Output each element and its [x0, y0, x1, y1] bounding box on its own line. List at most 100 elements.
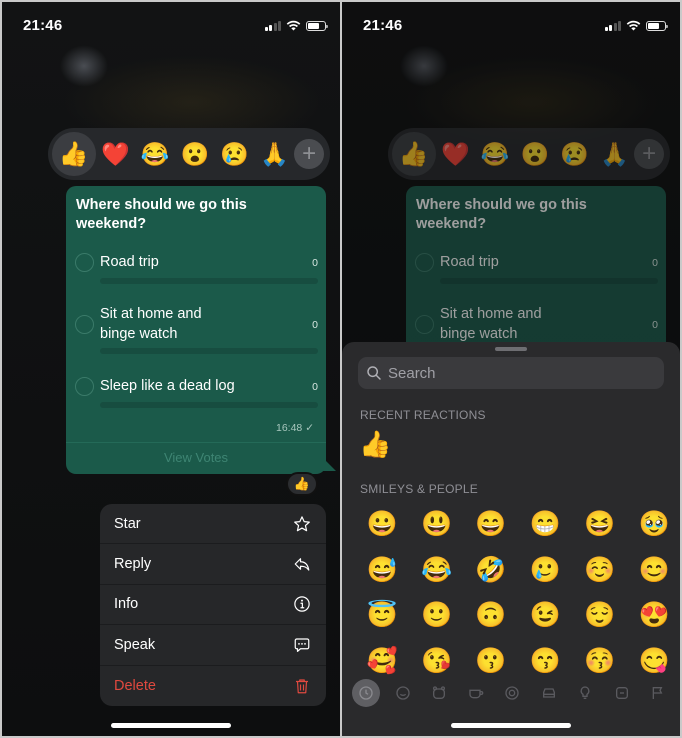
poll-radio — [415, 315, 434, 334]
poll-vote-count: 0 — [652, 257, 658, 269]
menu-item-info[interactable]: Info — [100, 585, 326, 626]
context-menu: Star Reply Info Speak Delete — [100, 504, 326, 706]
emoji-cell[interactable]: 😃 — [409, 502, 463, 548]
reaction-tears-of-joy[interactable]: 😂 — [135, 134, 175, 174]
reaction-crying[interactable]: 😢 — [215, 134, 255, 174]
status-icons — [604, 20, 668, 31]
poll-progress-bar — [100, 278, 318, 284]
emoji-cell[interactable]: 🙃 — [464, 593, 518, 639]
home-indicator — [111, 723, 231, 728]
poll-radio[interactable] — [75, 377, 94, 396]
menu-item-reply[interactable]: Reply — [100, 544, 326, 585]
emoji-category-bar — [352, 677, 672, 709]
wifi-icon — [286, 20, 301, 31]
emoji-cell[interactable]: 😊 — [627, 548, 680, 594]
wifi-icon — [626, 20, 641, 31]
emoji-cell[interactable]: 😍 — [627, 593, 680, 639]
emoji-cell[interactable]: 😅 — [355, 548, 409, 594]
emoji-cell[interactable]: 😂 — [409, 548, 463, 594]
reply-icon — [292, 554, 312, 574]
poll-question: Where should we go this weekend? — [416, 197, 587, 232]
emoji-cell[interactable]: 🤣 — [464, 548, 518, 594]
category-flags-icon[interactable] — [644, 679, 672, 707]
poll-radio — [415, 253, 434, 272]
emoji-cell[interactable]: 😀 — [355, 502, 409, 548]
emoji-cell[interactable]: 😌 — [573, 593, 627, 639]
right-screen: 21:46 👍 ❤️ 😂 😮 😢 🙏 + Where should we go … — [342, 2, 680, 736]
category-travel-icon[interactable] — [535, 679, 563, 707]
view-votes-button[interactable]: View Votes — [66, 450, 326, 465]
emoji-cell[interactable]: 🥹 — [627, 502, 680, 548]
message-reaction-badge[interactable]: 👍 — [286, 472, 318, 496]
category-animals-icon[interactable] — [425, 679, 453, 707]
menu-item-star[interactable]: Star — [100, 504, 326, 545]
emoji-cell[interactable]: 😆 — [573, 502, 627, 548]
poll-option-label: Road trip — [100, 254, 159, 270]
emoji-search[interactable] — [358, 357, 664, 389]
category-symbols-icon[interactable] — [608, 679, 636, 707]
menu-item-label: Info — [114, 596, 139, 613]
emoji-cell[interactable]: 🙂 — [409, 593, 463, 639]
poll-option-label: Sit at home and binge watch — [440, 306, 542, 342]
reaction-thumbs-up[interactable]: 👍 — [52, 132, 96, 176]
emoji-cell[interactable]: ☺️ — [573, 548, 627, 594]
poll-progress-bar — [440, 278, 658, 284]
poll-radio[interactable] — [75, 315, 94, 334]
speech-bubble-icon — [292, 635, 312, 655]
battery-icon — [646, 20, 668, 31]
message-timestamp: 16:48 ✓ — [276, 422, 314, 434]
reaction-bar: 👍 ❤️ 😂 😮 😢 🙏 + — [388, 128, 670, 180]
reaction-folded-hands[interactable]: 🙏 — [254, 134, 294, 174]
trash-icon — [292, 676, 312, 696]
status-time: 21:46 — [363, 17, 403, 34]
emoji-cell[interactable]: 🥲 — [518, 548, 572, 594]
reaction-open-mouth[interactable]: 😮 — [175, 134, 215, 174]
emoji-cell[interactable]: 😇 — [355, 593, 409, 639]
poll-message-bubble[interactable]: Where should we go this weekend? Road tr… — [66, 186, 326, 474]
reaction-thumbs-up: 👍 — [392, 132, 436, 176]
menu-item-label: Delete — [114, 677, 156, 694]
menu-item-delete[interactable]: Delete — [100, 666, 326, 706]
poll-vote-count: 0 — [652, 319, 658, 331]
poll-option-label: Sit at home and binge watch — [100, 306, 202, 342]
home-indicator — [451, 723, 571, 728]
category-activity-icon[interactable] — [498, 679, 526, 707]
status-time: 21:46 — [23, 17, 63, 34]
reaction-heart: ❤️ — [441, 140, 470, 167]
emoji-search-input[interactable] — [388, 364, 648, 382]
smileys-people-title: SMILEYS & PEOPLE — [360, 482, 478, 496]
category-smileys-icon[interactable] — [389, 679, 417, 707]
menu-item-label: Star — [114, 515, 141, 532]
poll-option-label: Road trip — [440, 254, 499, 270]
category-recent-clock-icon[interactable] — [352, 679, 380, 707]
search-icon — [367, 366, 381, 380]
status-icons — [264, 20, 328, 31]
menu-item-label: Speak — [114, 636, 156, 653]
poll-vote-count: 0 — [312, 381, 318, 393]
star-icon — [292, 514, 312, 534]
sheet-grabber[interactable] — [495, 347, 527, 351]
poll-progress-bar — [100, 348, 318, 354]
category-objects-icon[interactable] — [571, 679, 599, 707]
more-reactions-button[interactable]: + — [294, 139, 324, 169]
emoji-cell[interactable]: 😉 — [518, 593, 572, 639]
emoji-grid: 😀 😃 😄 😁 😆 🥹 😅 😂 🤣 🥲 ☺️ 😊 😇 🙂 🙃 😉 😌 😍 🥰 😘 😗 😙 😚 😋 — [355, 502, 675, 684]
emoji-cell[interactable]: 😁 — [518, 502, 572, 548]
menu-item-speak[interactable]: Speak — [100, 625, 326, 666]
info-icon — [292, 594, 312, 614]
divider — [66, 442, 326, 443]
reaction-tears-of-joy: 😂 — [480, 140, 510, 167]
recent-reactions-title: RECENT REACTIONS — [360, 408, 486, 422]
recent-emoji[interactable]: 👍 — [359, 429, 391, 460]
emoji-picker-sheet: RECENT REACTIONS 👍 SMILEYS & PEOPLE 😀😃😄😁… — [342, 342, 680, 736]
reaction-heart[interactable]: ❤️ — [96, 134, 136, 174]
category-food-icon[interactable] — [462, 679, 490, 707]
menu-item-label: Reply — [114, 556, 152, 573]
poll-option-label: Sleep like a dead log — [100, 378, 235, 394]
signal-icon — [264, 20, 281, 31]
reaction-open-mouth: 😮 — [520, 140, 550, 167]
reaction-folded-hands: 🙏 — [600, 140, 629, 167]
poll-radio[interactable] — [75, 253, 94, 272]
poll-progress-bar — [100, 402, 318, 408]
emoji-cell[interactable]: 😄 — [464, 502, 518, 548]
